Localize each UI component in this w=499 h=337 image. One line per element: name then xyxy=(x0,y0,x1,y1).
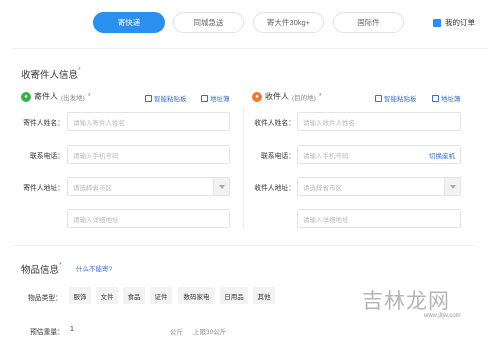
receiver-address-book-label: 地址簿 xyxy=(441,96,461,103)
weight-limit: 上限30公斤 xyxy=(193,329,227,336)
sender-region-select[interactable]: 请选择省市区 xyxy=(67,177,230,196)
sender-subtitle: (出发地) xyxy=(61,94,85,102)
goods-type-daily-goods[interactable]: 日用品 xyxy=(220,287,248,304)
tab-large-parcel[interactable]: 寄大件30kg+ xyxy=(253,12,324,33)
receiver-header: ● 收件人 (目的地) * xyxy=(252,91,322,102)
clipboard-icon xyxy=(375,94,382,102)
receiver-region-select[interactable]: 请选择省市区 xyxy=(297,177,461,196)
sender-address-book-button[interactable]: 地址簿 xyxy=(201,93,230,103)
address-book-icon xyxy=(201,94,208,102)
required-mark: * xyxy=(318,93,322,100)
watermark-url: www.jlljw.com xyxy=(424,313,461,319)
sender-region-placeholder: 请选择省市区 xyxy=(73,184,112,192)
sender-header: ● 寄件人 (出发地) * xyxy=(21,91,91,102)
header-divider xyxy=(12,48,488,49)
watermark-text: 吉林龙网 xyxy=(362,289,450,313)
goods-section-title: 物品信息* xyxy=(21,262,62,276)
receiver-name-label: 收件人姓名： xyxy=(254,120,295,127)
receiver-name-input[interactable]: 请输入收件人姓名 xyxy=(297,112,461,131)
required-mark: * xyxy=(87,93,91,100)
my-order-link[interactable]: 我的订单 xyxy=(433,17,475,28)
goods-type-other[interactable]: 其他 xyxy=(253,287,275,304)
chevron-down-icon[interactable] xyxy=(213,178,229,195)
required-mark: * xyxy=(78,67,81,74)
receiver-phone-label: 联系电话： xyxy=(261,153,295,160)
sender-name-label: 寄件人姓名： xyxy=(23,120,64,127)
required-mark: * xyxy=(59,262,62,269)
sender-name-input[interactable]: 请输入寄件人姓名 xyxy=(67,112,230,131)
section-divider xyxy=(12,245,476,246)
sender-phone-input[interactable]: 请输入手机号码 xyxy=(67,145,230,164)
top-tab-bar: 寄快递 同城急送 寄大件30kg+ 国际件 我的订单 xyxy=(0,0,499,44)
weight-label: 预估重量： xyxy=(30,329,64,336)
receiver-phone-input[interactable]: 请输入手机号码 切换座机 xyxy=(297,145,461,164)
goods-type-food[interactable]: 食品 xyxy=(123,287,145,304)
tab-same-city[interactable]: 同城急送 xyxy=(173,12,244,33)
goods-type-certificate[interactable]: 证件 xyxy=(150,287,172,304)
receiver-subtitle: (目的地) xyxy=(292,94,316,102)
weight-unit: 公斤 xyxy=(170,329,183,336)
chevron-down-icon[interactable] xyxy=(444,178,460,195)
address-book-icon xyxy=(432,94,439,102)
receiver-smart-paste-label: 智能粘贴板 xyxy=(384,96,417,103)
goods-section-title-text: 物品信息 xyxy=(21,265,60,276)
goods-type-clothing[interactable]: 服饰 xyxy=(69,287,91,304)
sender-location-icon: ● xyxy=(21,91,31,102)
tab-international[interactable]: 国际件 xyxy=(333,12,404,33)
weight-input[interactable]: 1 xyxy=(66,322,169,337)
order-icon xyxy=(433,18,441,27)
contact-section-title-text: 收寄件人信息 xyxy=(21,70,79,81)
sender-title: 寄件人 xyxy=(34,92,58,101)
receiver-region-placeholder: 请选择省市区 xyxy=(303,184,342,192)
what-cannot-send-link[interactable]: 什么不能寄? xyxy=(76,263,112,273)
sender-address-label: 寄件人地址： xyxy=(23,185,64,192)
sender-detail-address-input[interactable]: 请输入详细地址 xyxy=(67,209,230,228)
receiver-address-book-button[interactable]: 地址簿 xyxy=(432,93,461,103)
clipboard-icon xyxy=(145,94,152,102)
tab-send-express[interactable]: 寄快递 xyxy=(93,12,165,33)
receiver-location-icon: ● xyxy=(252,91,262,102)
goods-type-document[interactable]: 文件 xyxy=(96,287,118,304)
goods-type-electronics[interactable]: 数码家电 xyxy=(178,287,215,304)
goods-type-label: 物品类型： xyxy=(28,295,62,302)
my-order-label: 我的订单 xyxy=(445,18,475,27)
receiver-phone-placeholder: 请输入手机号码 xyxy=(303,152,349,160)
sender-smart-paste-button[interactable]: 智能粘贴板 xyxy=(145,93,187,103)
sender-smart-paste-label: 智能粘贴板 xyxy=(154,96,187,103)
watermark: 吉林龙网 www.jlljw.com xyxy=(362,285,492,329)
switch-landline-link[interactable]: 切换座机 xyxy=(429,150,455,160)
sender-phone-label: 联系电话： xyxy=(30,153,64,160)
receiver-address-label: 收件人地址： xyxy=(254,185,295,192)
contact-section-title: 收寄件人信息* xyxy=(21,67,81,81)
receiver-detail-address-input[interactable]: 请输入详细地址 xyxy=(297,209,461,228)
receiver-title: 收件人 xyxy=(265,92,289,101)
receiver-smart-paste-button[interactable]: 智能粘贴板 xyxy=(375,93,417,103)
sender-address-book-label: 地址簿 xyxy=(210,96,230,103)
